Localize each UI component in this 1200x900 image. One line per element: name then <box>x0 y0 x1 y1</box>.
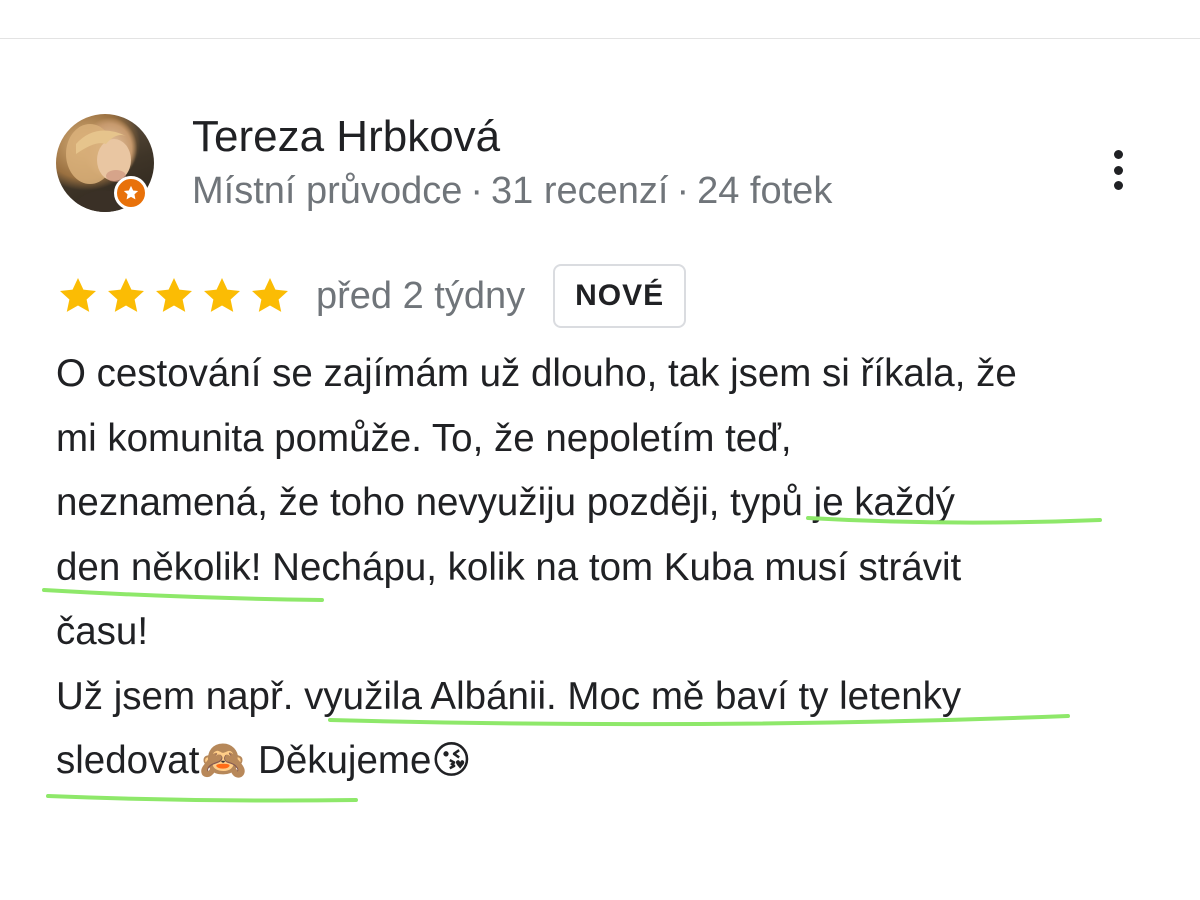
more-vert-icon <box>1113 150 1123 159</box>
star-icon <box>104 274 148 318</box>
reviewer-review-count: 31 recenzí <box>491 170 669 212</box>
new-badge: NOVÉ <box>553 264 687 328</box>
star-icon <box>56 274 100 318</box>
review-text-line: mi komunita pomůže. To, že nepoletím teď… <box>56 416 792 460</box>
review-text-line: sledovat🙈 Děkujeme😘 <box>56 739 472 782</box>
highlight-underline <box>46 794 358 803</box>
star-rating <box>56 274 292 318</box>
star-icon <box>248 274 292 318</box>
reviewer-role: Místní průvodce <box>192 170 463 212</box>
more-vert-icon-dot <box>1113 181 1123 190</box>
review-text-line: O cestování se zajímám už dlouho, tak js… <box>56 352 1017 395</box>
star-icon <box>200 274 244 318</box>
meta-separator: · <box>676 170 690 212</box>
more-vert-icon-dot <box>1113 165 1123 175</box>
star-icon <box>152 274 196 318</box>
meta-separator: · <box>470 170 483 212</box>
local-guide-badge <box>114 176 148 210</box>
review-time: před 2 týdny <box>316 274 526 317</box>
review-text: O cestování se zajímám už dlouho, tak js… <box>56 342 1156 794</box>
local-guide-star-icon <box>123 185 139 200</box>
review-text-line: Už jsem např. využila Albánii. Moc mě ba… <box>56 674 962 718</box>
review-text-line: času! <box>56 610 149 653</box>
reviewer-photo-count: 24 fotek <box>697 170 833 212</box>
reviewer-meta[interactable]: Místní průvodce · 31 recenzí · 24 fotek <box>192 166 832 216</box>
top-divider <box>0 38 1200 39</box>
reviewer-name[interactable]: Tereza Hrbková <box>192 110 500 164</box>
rating-row: před 2 týdny NOVÉ <box>56 264 687 328</box>
review-text-line: den několik! Nechápu, kolik na tom Kuba … <box>56 545 962 589</box>
review-text-line: neznamená, že toho nevyužiju později, ty… <box>56 481 955 524</box>
more-options-button[interactable] <box>1098 146 1138 194</box>
